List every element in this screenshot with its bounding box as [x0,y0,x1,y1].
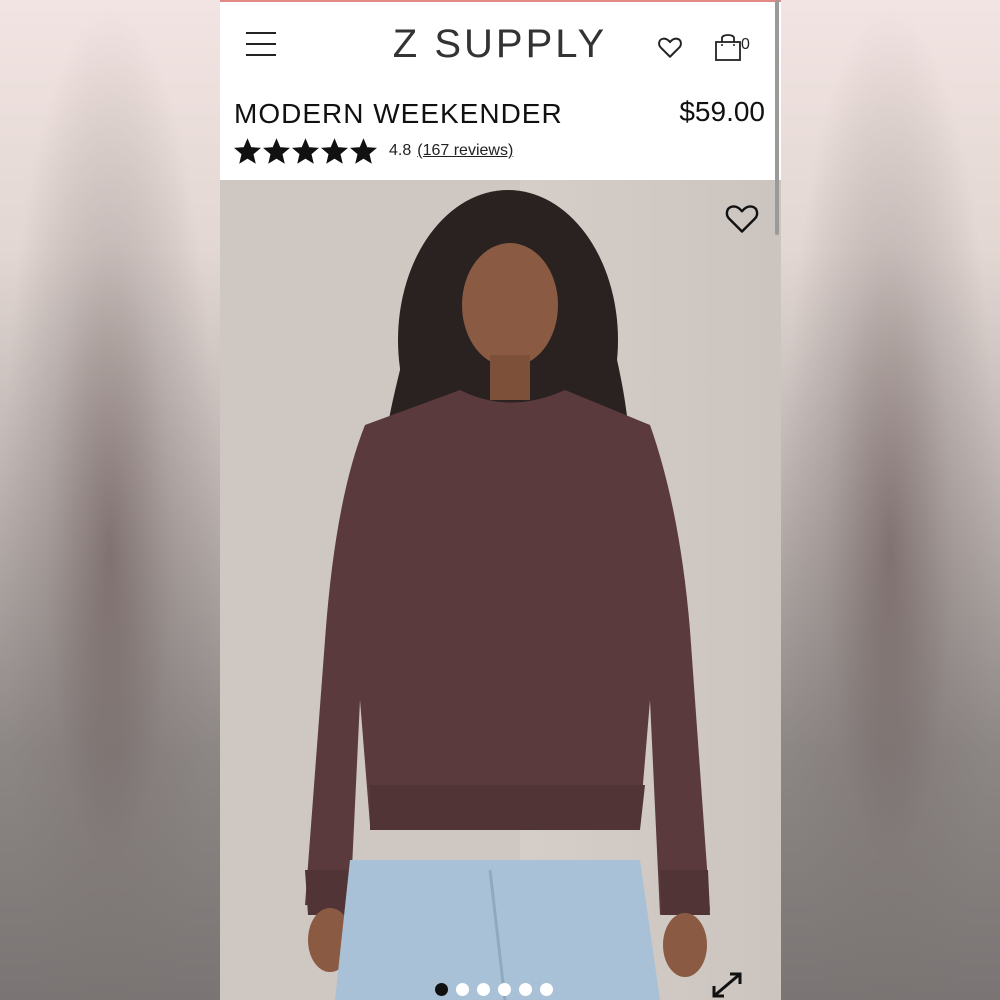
product-price: $59.00 [679,96,765,127]
reviews-link[interactable]: (167 reviews) [417,142,513,160]
blurred-backdrop-right [780,0,1000,1000]
favorite-heart-icon[interactable] [722,200,762,236]
expand-arrows-icon[interactable] [710,970,744,1000]
gallery-dot[interactable] [456,983,469,996]
cart-count-badge: 0 [741,36,750,53]
product-photo [220,180,710,1000]
blurred-backdrop-left [0,0,220,1000]
rating-value: 4.8 [389,142,412,159]
rating-summary: 4.8 (167 reviews) [234,137,513,165]
phone-screen: Z SUPPLY 0 MODERN WEEKENDER $59.00 4.8 (… [220,0,781,1000]
star-icon [263,137,290,164]
brand-logo[interactable]: Z SUPPLY [385,22,615,67]
heart-outline-icon[interactable] [657,34,683,60]
star-icon [292,137,319,164]
site-header: Z SUPPLY 0 [220,2,781,92]
gallery-pagination [435,983,553,996]
star-rating [234,137,377,165]
star-icon [350,137,377,164]
gallery-dot[interactable] [477,983,490,996]
star-icon [234,137,261,164]
gallery-dot[interactable] [519,983,532,996]
shopping-bag-icon[interactable] [714,32,742,62]
gallery-dot[interactable] [498,983,511,996]
hamburger-menu-icon[interactable] [246,32,276,60]
gallery-dot[interactable] [435,983,448,996]
gallery-dot[interactable] [540,983,553,996]
product-image-gallery[interactable] [220,180,781,1000]
product-title: MODERN WEEKENDER [234,98,563,129]
star-icon [321,137,348,164]
scrollbar[interactable] [775,0,779,235]
